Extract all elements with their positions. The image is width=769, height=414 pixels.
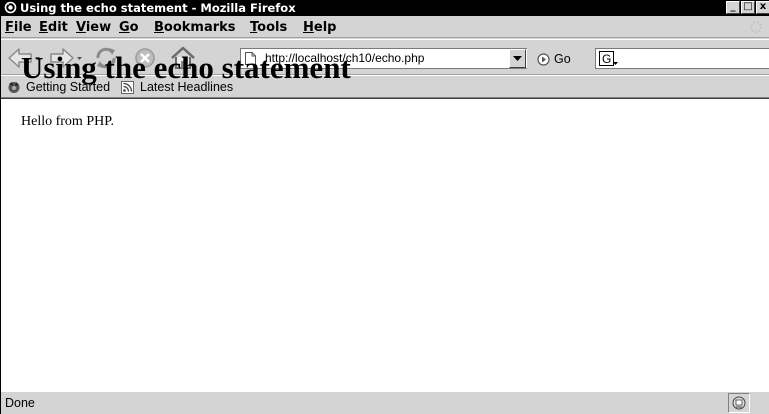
menu-bookmarks-accel: B	[154, 20, 164, 35]
page-heading: Using the echo statement	[21, 50, 351, 85]
browser-window: Using the echo statement - Mozilla Firef…	[0, 0, 769, 414]
go-label: Go	[554, 52, 571, 66]
url-history-dropdown[interactable]	[509, 49, 526, 68]
search-input[interactable]: G	[595, 48, 769, 69]
page-content: Using the echo statement Hello from PHP.	[1, 51, 769, 391]
menu-file-label: ile	[13, 20, 32, 35]
menu-bookmarks[interactable]: Bookmarks	[154, 20, 236, 35]
popup-blocker-icon[interactable]	[732, 396, 746, 410]
firefox-app-icon	[4, 1, 17, 14]
menu-edit[interactable]: Edit	[39, 20, 68, 35]
menu-bookmarks-label: ookmarks	[163, 20, 236, 35]
menu-go[interactable]: Go	[119, 20, 139, 35]
menu-file-accel: F	[5, 20, 14, 35]
menu-view-accel: V	[76, 20, 86, 35]
svg-text:G: G	[602, 52, 611, 66]
status-panel	[728, 393, 750, 413]
close-button[interactable]: x	[756, 1, 769, 14]
throbber-icon	[750, 21, 762, 33]
menu-help-accel: H	[303, 20, 314, 35]
title-bar: Using the echo statement - Mozilla Firef…	[1, 0, 769, 16]
menu-bar: File Edit View Go Bookmarks Tools Help	[1, 16, 769, 38]
menu-help-label: elp	[313, 20, 337, 35]
go-button[interactable]: Go	[537, 51, 571, 67]
minimize-button[interactable]: _	[726, 1, 740, 14]
go-arrow-icon	[537, 52, 550, 66]
menu-file[interactable]: File	[5, 20, 32, 35]
menu-edit-accel: E	[39, 20, 48, 35]
maximize-button[interactable]: □	[741, 1, 755, 14]
window-title: Using the echo statement - Mozilla Firef…	[20, 1, 296, 15]
menu-view[interactable]: View	[76, 20, 111, 35]
menu-edit-label: dit	[47, 20, 68, 35]
getting-started-icon	[8, 81, 20, 93]
search-engine-icon[interactable]: G	[599, 51, 619, 67]
menu-go-accel: G	[119, 20, 130, 35]
menu-go-label: o	[129, 20, 139, 35]
status-text: Done	[5, 396, 35, 410]
menu-tools[interactable]: Tools	[250, 20, 287, 35]
menu-help[interactable]: Help	[303, 20, 336, 35]
menu-tools-label: ools	[257, 20, 288, 35]
menu-view-label: iew	[85, 20, 112, 35]
chevron-down-icon	[513, 56, 522, 61]
status-bar: Done	[1, 391, 769, 414]
page-body-text: Hello from PHP.	[21, 114, 114, 129]
